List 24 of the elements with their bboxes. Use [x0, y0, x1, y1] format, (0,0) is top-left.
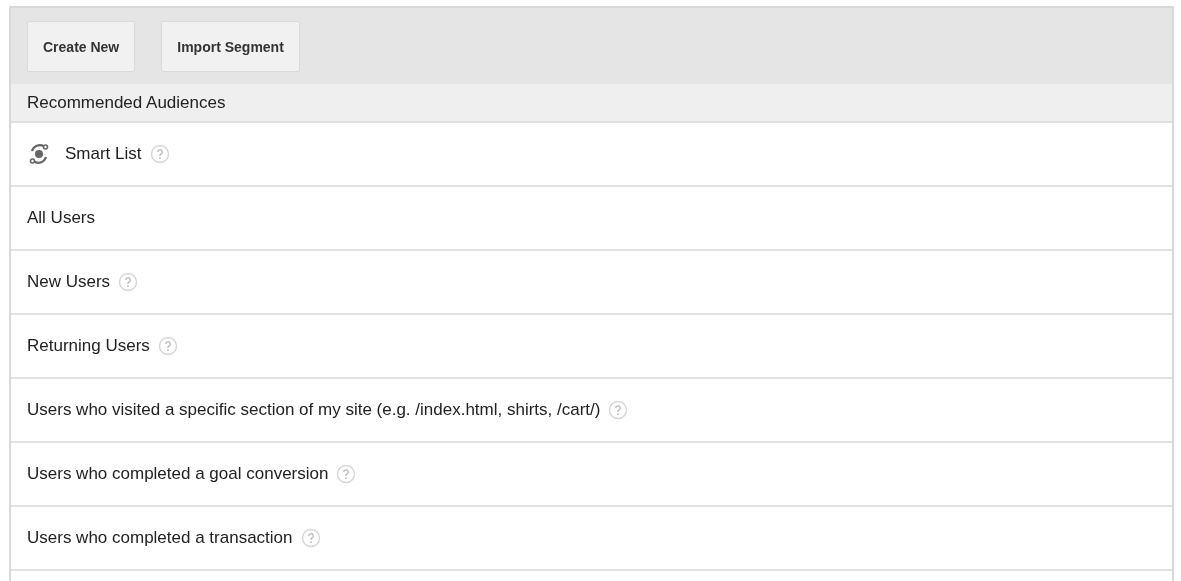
- help-icon[interactable]: [336, 464, 357, 484]
- audience-label: All Users: [27, 208, 95, 228]
- audience-label: Users who completed a goal conversion: [27, 464, 329, 484]
- audience-label: New Users: [27, 272, 111, 292]
- audience-row[interactable]: Users who completed a goal conversion: [11, 443, 1172, 507]
- help-icon[interactable]: [608, 400, 629, 420]
- audience-row[interactable]: Smart List: [11, 123, 1172, 187]
- audience-row[interactable]: Returning Users: [11, 315, 1172, 379]
- target-icon: [27, 142, 51, 166]
- section-title: Recommended Audiences: [27, 93, 226, 112]
- audience-label: Users who visited a specific section of my site (e.g. /index.html, shirts, /cart/): [27, 400, 601, 420]
- audience-label: Returning Users: [27, 336, 150, 356]
- help-icon[interactable]: [157, 336, 178, 356]
- audience-row[interactable]: Users who completed a transaction: [11, 507, 1172, 571]
- toolbar-button[interactable]: Create New: [27, 21, 136, 72]
- audience-label: Smart List: [65, 144, 142, 164]
- audience-row[interactable]: New Users: [11, 251, 1172, 315]
- help-icon[interactable]: [149, 144, 170, 164]
- audience-row[interactable]: All Users: [11, 187, 1172, 251]
- help-icon[interactable]: [118, 272, 139, 292]
- audience-label: Users who completed a transaction: [27, 528, 293, 548]
- audience-row[interactable]: Users who visited a specific section of my site (e.g. /index.html, shirts, /cart/): [11, 379, 1172, 443]
- toolbar-button[interactable]: Import Segment: [161, 21, 300, 72]
- help-icon[interactable]: [300, 528, 321, 548]
